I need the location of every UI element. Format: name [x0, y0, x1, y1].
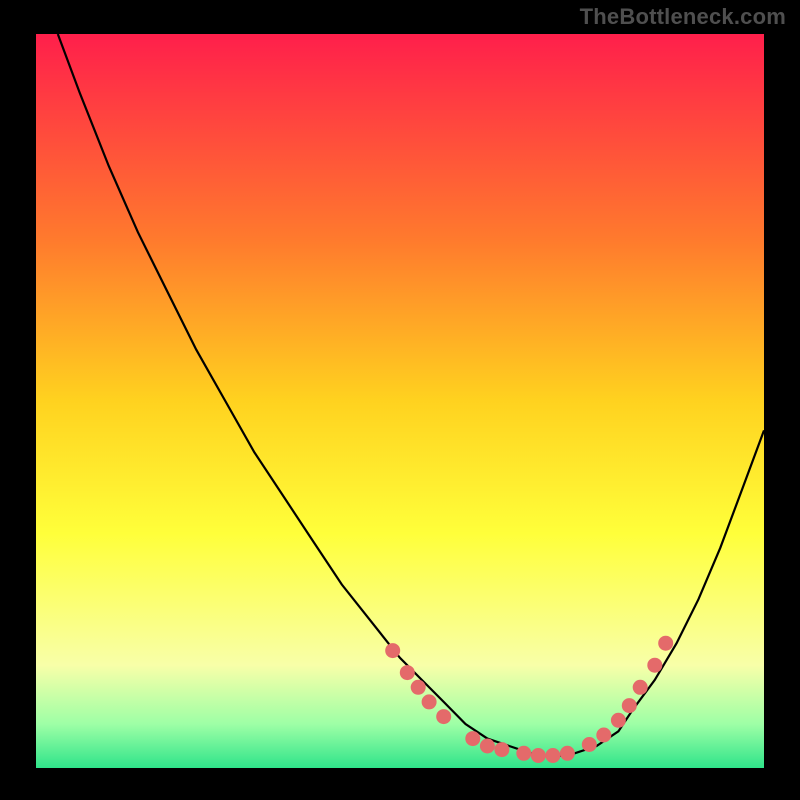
curve-marker — [517, 746, 531, 760]
curve-marker — [633, 680, 647, 694]
curve-marker — [531, 749, 545, 763]
curve-marker — [400, 666, 414, 680]
bottleneck-chart — [0, 0, 800, 800]
curve-marker — [597, 728, 611, 742]
curve-marker — [411, 680, 425, 694]
curve-marker — [466, 732, 480, 746]
curve-marker — [648, 658, 662, 672]
curve-marker — [495, 743, 509, 757]
curve-marker — [437, 710, 451, 724]
curve-marker — [546, 749, 560, 763]
curve-marker — [622, 699, 636, 713]
curve-marker — [422, 695, 436, 709]
curve-marker — [582, 738, 596, 752]
curve-marker — [560, 746, 574, 760]
chart-frame: TheBottleneck.com — [0, 0, 800, 800]
curve-marker — [386, 644, 400, 658]
curve-marker — [611, 713, 625, 727]
curve-marker — [659, 636, 673, 650]
curve-marker — [480, 739, 494, 753]
